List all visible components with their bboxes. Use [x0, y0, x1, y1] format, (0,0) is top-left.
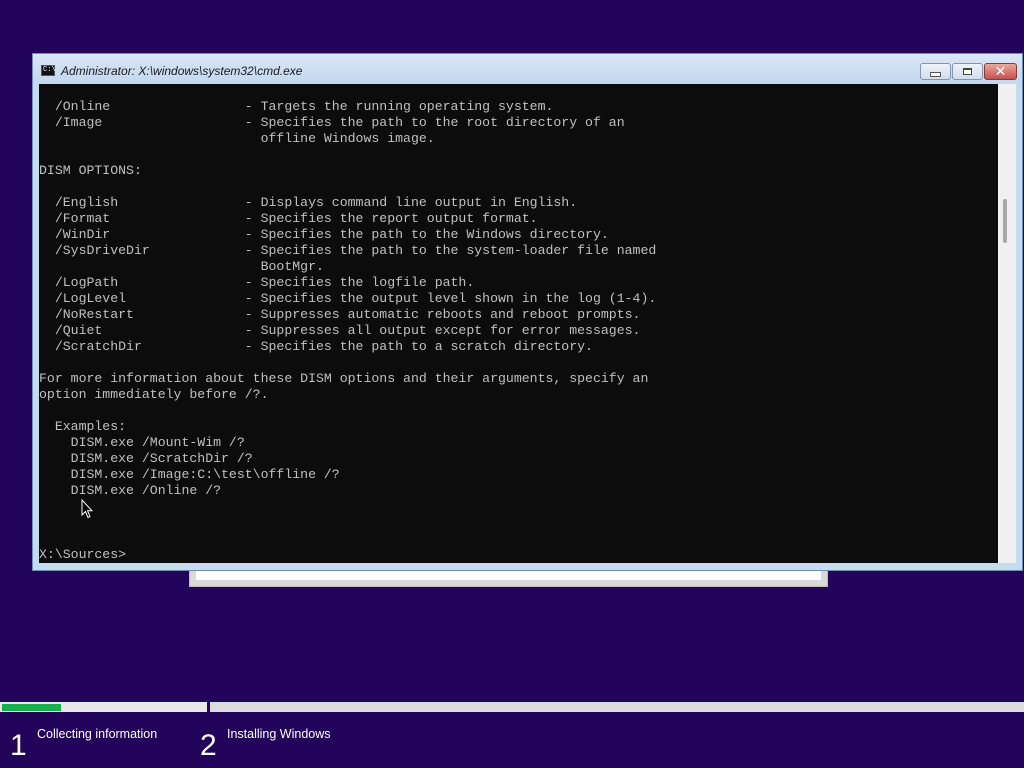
cmd-icon-text: C:\ — [43, 66, 56, 74]
window-title: Administrator: X:\windows\system32\cmd.e… — [61, 64, 303, 78]
step-label: Collecting information — [37, 727, 158, 741]
console-text: /Online - Targets the running operating … — [39, 99, 657, 562]
console-output[interactable]: /Online - Targets the running operating … — [39, 84, 1000, 563]
setup-progress-bar — [0, 702, 1024, 712]
maximize-icon — [963, 68, 972, 75]
maximize-button[interactable] — [952, 63, 983, 80]
close-icon: ✕ — [994, 63, 1007, 80]
step-label: Installing Windows — [227, 727, 331, 741]
title-bar[interactable]: C:\ Administrator: X:\windows\system32\c… — [33, 54, 1022, 84]
step-number: 2 — [200, 729, 217, 762]
vertical-scrollbar[interactable] — [998, 84, 1016, 563]
scrollbar-thumb[interactable] — [1003, 199, 1007, 243]
minimize-icon — [930, 71, 941, 77]
progress-fill — [2, 704, 61, 711]
minimize-button[interactable] — [920, 63, 951, 80]
close-button[interactable]: ✕ — [984, 63, 1017, 80]
cmd-app-icon[interactable]: C:\ — [41, 65, 56, 76]
cmd-window[interactable]: C:\ Administrator: X:\windows\system32\c… — [32, 53, 1023, 571]
step-number: 1 — [10, 729, 27, 762]
caption-buttons: ✕ — [920, 63, 1017, 81]
progress-separator — [207, 702, 210, 712]
mouse-pointer-icon — [81, 499, 93, 519]
progress-segment-collecting — [0, 702, 207, 712]
